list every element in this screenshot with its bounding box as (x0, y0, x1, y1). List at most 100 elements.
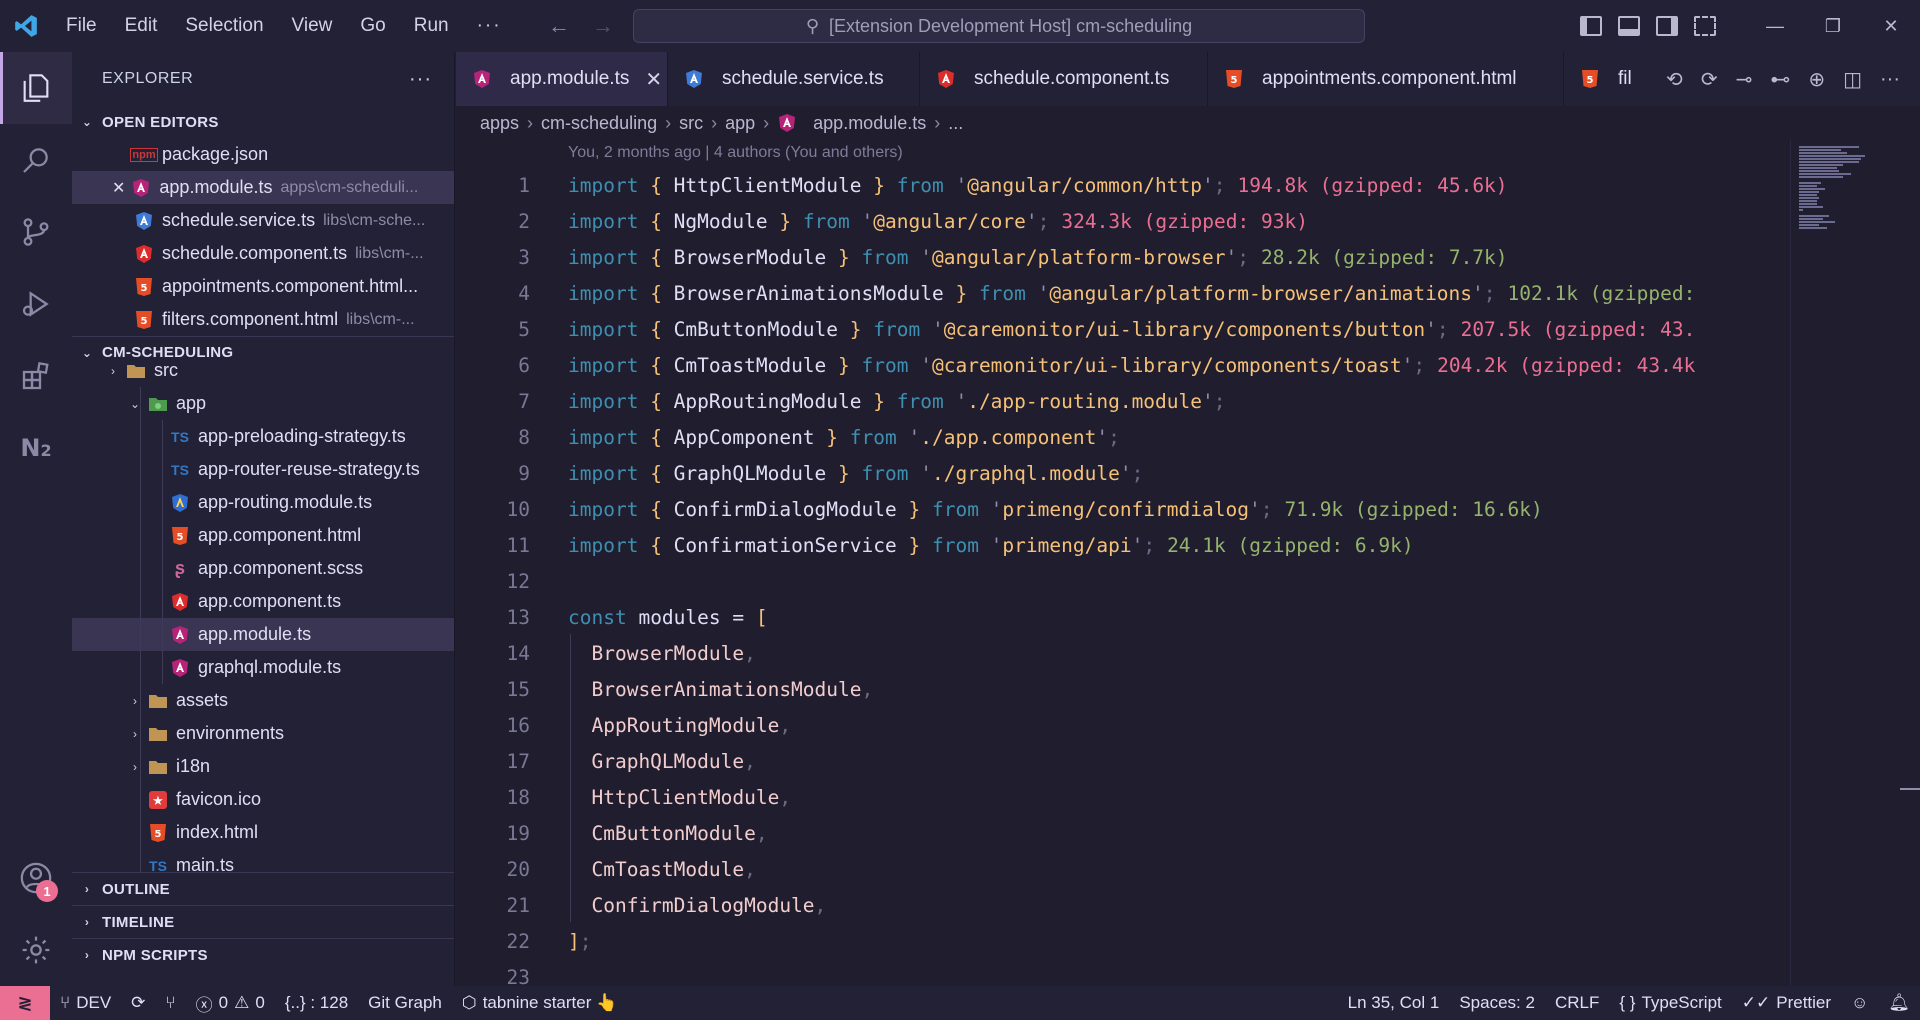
open-editor-item[interactable]: schedule.service.ts libs\cm-sche... (72, 204, 454, 237)
git-fetch-icon[interactable]: ⑂ (155, 986, 185, 1020)
problems-item[interactable]: ⓧ 0 ⚠ 0 (186, 986, 275, 1020)
code-editor[interactable]: You, 2 months ago | 4 authors (You and o… (456, 140, 1790, 986)
tree-item[interactable]: 5 index.html (72, 816, 454, 849)
git-open-changes-icon[interactable]: ⟳ (1701, 67, 1718, 92)
previous-change-icon[interactable]: ⊸ (1736, 67, 1753, 92)
indent-guide (140, 387, 141, 420)
tree-item[interactable]: TS app-router-reuse-strategy.ts (72, 453, 454, 486)
angular-service-icon (684, 69, 704, 89)
command-center[interactable]: ⚲ [Extension Development Host] cm-schedu… (633, 9, 1365, 43)
angular-module-icon (131, 178, 151, 198)
restore-button[interactable]: ❐ (1804, 0, 1862, 52)
timeline-history-icon[interactable]: ⟲ (1666, 67, 1683, 92)
run-debug-icon[interactable] (0, 268, 72, 340)
explorer-icon[interactable] (0, 52, 72, 124)
tree-item[interactable]: › assets (72, 684, 454, 717)
cursor-position[interactable]: Ln 35, Col 1 (1338, 986, 1450, 1020)
breadcrumb-item[interactable]: apps (480, 113, 519, 134)
tab-app-module-ts[interactable]: app.module.ts ✕ (456, 52, 668, 106)
sync-icon[interactable]: ⟳ (121, 986, 155, 1020)
timeline-header[interactable]: › TIMELINE (72, 905, 454, 938)
code-token: BrowserModule (673, 245, 827, 269)
tree-item[interactable]: app.component.ts (72, 585, 454, 618)
menu-go[interactable]: Go (346, 0, 399, 52)
menu-run[interactable]: Run (400, 0, 463, 52)
tree-item[interactable]: app-routing.module.ts (72, 486, 454, 519)
close-icon[interactable]: ✕ (112, 178, 125, 198)
feedback-icon[interactable]: ☺ (1841, 986, 1878, 1020)
tree-item[interactable]: 5 app.component.html (72, 519, 454, 552)
line-ending[interactable]: CRLF (1545, 986, 1609, 1020)
open-editors-header[interactable]: ⌄ OPEN EDITORS (72, 106, 454, 138)
close-icon[interactable]: ✕ (645, 67, 662, 92)
tree-item[interactable]: TS main.ts (72, 849, 454, 872)
breadcrumb-item[interactable]: app (725, 113, 755, 134)
more-actions-icon[interactable]: ··· (1880, 68, 1900, 91)
outline-header[interactable]: › OUTLINE (72, 872, 454, 905)
git-lens-icon[interactable]: ⊕ (1808, 67, 1825, 92)
manage-gear-icon[interactable] (0, 914, 72, 986)
toggle-sidebar-icon[interactable] (1580, 16, 1602, 36)
tab-appointments-component-html[interactable]: 5 appointments.component.html (1208, 52, 1564, 106)
minimap[interactable] (1790, 140, 1920, 986)
git-graph-item[interactable]: Git Graph (358, 986, 452, 1020)
code-token: from (849, 425, 909, 449)
symbols-item[interactable]: {..} : 128 (275, 986, 358, 1020)
open-editor-item[interactable]: ✕ app.module.ts apps\cm-scheduli... (72, 171, 454, 204)
tree-item[interactable]: › i18n (72, 750, 454, 783)
accounts-icon[interactable]: 1 (0, 842, 72, 914)
search-icon[interactable] (0, 124, 72, 196)
git-blame-annotation: You, 2 months ago | 4 authors (You and o… (568, 144, 903, 161)
tree-item[interactable]: ⌄ app (72, 387, 454, 420)
customize-layout-icon[interactable] (1694, 16, 1716, 36)
tab-schedule-service-ts[interactable]: schedule.service.ts (668, 52, 920, 106)
language-mode[interactable]: { } TypeScript (1609, 986, 1731, 1020)
close-window-button[interactable]: ✕ (1862, 0, 1920, 52)
menu-selection[interactable]: Selection (171, 0, 277, 52)
npm-scripts-header[interactable]: › NPM SCRIPTS (72, 938, 454, 971)
open-editor-item[interactable]: 5 filters.component.html libs\cm-... (72, 303, 454, 336)
menu-edit[interactable]: Edit (111, 0, 172, 52)
extensions-icon[interactable] (0, 340, 72, 412)
notifications-bell-icon[interactable]: 🔔︎ (1878, 986, 1920, 1020)
open-editor-item[interactable]: schedule.component.ts libs\cm-... (72, 237, 454, 270)
prettier-item[interactable]: ✓✓ Prettier (1732, 986, 1841, 1020)
tab-schedule-component-ts[interactable]: schedule.component.ts (920, 52, 1208, 106)
tabnine-item[interactable]: ⬡ tabnine starter 👆 (452, 986, 627, 1020)
menu-more[interactable]: ··· (463, 0, 516, 52)
nx-console-icon[interactable]: N2 (0, 412, 72, 484)
tree-item[interactable]: › src (72, 354, 454, 387)
code-token: ConfirmDialogModule (568, 893, 815, 917)
code-token: = (720, 605, 756, 629)
tree-item[interactable]: TS app-preloading-strategy.ts (72, 420, 454, 453)
branch-item[interactable]: ⑂ DEV (50, 986, 121, 1020)
forward-arrow-icon[interactable]: → (592, 13, 614, 39)
breadcrumb-item[interactable]: app.module.ts (813, 113, 926, 134)
breadcrumb-item[interactable]: src (679, 113, 703, 134)
tree-item[interactable]: › environments (72, 717, 454, 750)
toggle-secondary-sidebar-icon[interactable] (1656, 16, 1678, 36)
indentation[interactable]: Spaces: 2 (1449, 986, 1545, 1020)
code-line: 23 (456, 959, 1790, 987)
tree-item[interactable]: app.module.ts (72, 618, 454, 651)
tree-item[interactable]: ★ favicon.ico (72, 783, 454, 816)
tree-item[interactable]: graphql.module.ts (72, 651, 454, 684)
split-editor-icon[interactable]: ◫ (1843, 67, 1862, 92)
code-token: ' (1131, 533, 1144, 557)
more-actions-icon[interactable]: ··· (409, 68, 432, 91)
remote-indicator-icon[interactable]: ≷ (0, 986, 50, 1020)
next-change-icon[interactable]: ⊷ (1770, 67, 1790, 92)
open-editor-item[interactable]: npm package.json (72, 138, 454, 171)
open-editor-item[interactable]: 5 appointments.component.html... (72, 270, 454, 303)
back-arrow-icon[interactable]: ← (548, 13, 570, 39)
menu-file[interactable]: File (52, 0, 111, 52)
svg-text:5: 5 (177, 532, 184, 543)
breadcrumb-item[interactable]: ... (948, 113, 963, 134)
menu-view[interactable]: View (278, 0, 347, 52)
breadcrumb-item[interactable]: cm-scheduling (541, 113, 657, 134)
code-text: import { BrowserModule } from '@angular/… (530, 246, 1508, 269)
source-control-icon[interactable] (0, 196, 72, 268)
tree-item[interactable]: ʂ app.component.scss (72, 552, 454, 585)
minimize-button[interactable]: — (1746, 0, 1804, 52)
toggle-panel-icon[interactable] (1618, 16, 1640, 36)
